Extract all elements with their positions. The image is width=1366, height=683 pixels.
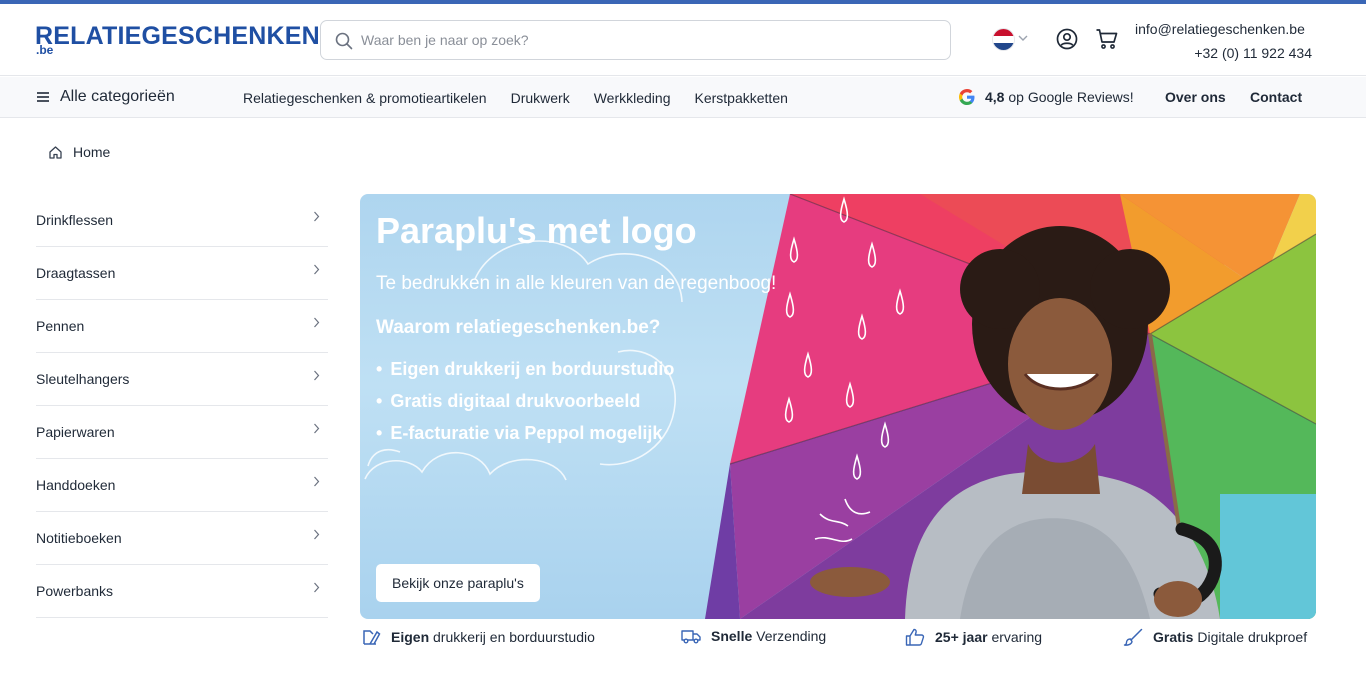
nav-link-kerstpakketten[interactable]: Kerstpakketten	[695, 90, 788, 106]
menu-icon	[37, 92, 49, 102]
sidebar-item-papierwaren[interactable]: Papierwaren	[36, 406, 328, 459]
nav-link-relatiegeschenken[interactable]: Relatiegeschenken & promotieartikelen	[243, 90, 487, 106]
feature-text: drukkerij en borduurstudio	[429, 629, 595, 645]
truck-icon	[681, 630, 701, 644]
rating-value: 4,8	[985, 89, 1005, 105]
feature-text: ervaring	[987, 629, 1043, 645]
chevron-right-icon	[314, 476, 320, 487]
feature-experience: 25+ jaar ervaring	[905, 628, 1042, 646]
search-box[interactable]	[320, 20, 951, 60]
sidebar-item-drinkflessen[interactable]: Drinkflessen	[36, 194, 328, 247]
feature-text: Digitale drukproef	[1193, 629, 1308, 645]
logo-text: RELATIEGESCHENKEN	[35, 22, 320, 50]
sidebar-item-powerbanks[interactable]: Powerbanks	[36, 565, 328, 618]
hero-title: Paraplu's met logo	[376, 210, 697, 251]
sidebar-item-label: Draagtassen	[36, 265, 116, 281]
sidebar-item-label: Handdoeken	[36, 477, 116, 493]
hero-why-heading: Waarom relatiegeschenken.be?	[376, 317, 661, 338]
feature-text: Verzending	[752, 628, 827, 644]
header: RELATIEGESCHENKEN .be info@relatiegesche…	[0, 4, 1366, 76]
google-reviews[interactable]: 4,8 op Google Reviews!	[958, 88, 1134, 106]
contact-phone[interactable]: +32 (0) 11 922 434	[1194, 45, 1312, 61]
chevron-right-icon	[314, 582, 320, 593]
nav-link-werkkleding[interactable]: Werkkleding	[594, 90, 671, 106]
hero-subtitle: Te bedrukken in alle kleuren van de rege…	[376, 273, 777, 294]
feature-bold: Gratis	[1153, 629, 1194, 645]
all-categories-label: Alle categorieën	[60, 88, 175, 105]
view-umbrellas-button[interactable]: Bekijk onze paraplu's	[376, 564, 540, 602]
thumbs-up-icon	[905, 628, 925, 646]
hero-benefits-list: Eigen drukkerij en borduurstudio Gratis …	[376, 353, 674, 449]
print-icon	[363, 630, 381, 645]
google-icon	[959, 89, 975, 105]
feature-shipping: Snelle Verzending	[681, 628, 826, 644]
sidebar-item-label: Pennen	[36, 318, 85, 334]
hero-benefit: E-facturatie via Peppol mogelijk	[376, 417, 674, 449]
chevron-right-icon	[314, 423, 320, 434]
breadcrumb-home[interactable]: Home	[73, 144, 110, 160]
sidebar-item-label: Powerbanks	[36, 583, 114, 599]
logo[interactable]: RELATIEGESCHENKEN .be	[35, 22, 320, 63]
sidebar-item-sleutelhangers[interactable]: Sleutelhangers	[36, 353, 328, 406]
feature-bold: Snelle	[711, 628, 753, 644]
chevron-right-icon	[314, 370, 320, 381]
rating-text: op Google Reviews!	[1008, 89, 1134, 105]
hero-banner[interactable]: Paraplu's met logo Te bedrukken in alle …	[360, 194, 1316, 619]
hero-benefit: Eigen drukkerij en borduurstudio	[376, 353, 674, 385]
all-categories-button[interactable]: Alle categorieën	[36, 88, 175, 106]
home-icon	[49, 145, 62, 159]
main-nav: Alle categorieën Relatiegeschenken & pro…	[0, 77, 1366, 118]
feature-proof: Gratis Digitale drukproef	[1123, 628, 1307, 646]
chevron-right-icon	[314, 264, 320, 275]
sidebar-item-label: Papierwaren	[36, 424, 115, 440]
cart-icon[interactable]	[1095, 28, 1119, 50]
feature-print: Eigen drukkerij en borduurstudio	[362, 628, 595, 646]
feature-bold: Eigen	[391, 629, 430, 645]
sidebar-item-pennen[interactable]: Pennen	[36, 300, 328, 353]
nav-contact[interactable]: Contact	[1250, 89, 1302, 105]
sidebar-item-handdoeken[interactable]: Handdoeken	[36, 459, 328, 512]
breadcrumb: Home	[48, 144, 110, 160]
sidebar-item-draagtassen[interactable]: Draagtassen	[36, 247, 328, 300]
sidebar-item-label: Drinkflessen	[36, 212, 114, 228]
sidebar-item-label: Sleutelhangers	[36, 371, 130, 387]
chevron-down-icon[interactable]	[1018, 34, 1028, 42]
logo-suffix: .be	[36, 43, 54, 57]
chevron-right-icon	[314, 211, 320, 222]
search-input[interactable]	[361, 29, 921, 51]
nav-links: Relatiegeschenken & promotieartikelen Dr…	[243, 90, 788, 106]
sidebar-item-notitieboeken[interactable]: Notitieboeken	[36, 512, 328, 565]
nav-over-ons[interactable]: Over ons	[1165, 89, 1226, 105]
chevron-right-icon	[314, 529, 320, 540]
search-icon	[335, 32, 353, 50]
user-icon[interactable]	[1056, 28, 1078, 50]
contact-email[interactable]: info@relatiegeschenken.be	[1135, 21, 1305, 37]
brush-icon	[1123, 628, 1143, 646]
flag-nl-icon[interactable]	[992, 28, 1015, 51]
nav-link-drukwerk[interactable]: Drukwerk	[511, 90, 570, 106]
category-sidebar: Drinkflessen Draagtassen Pennen Sleutelh…	[36, 194, 328, 618]
chevron-right-icon	[314, 317, 320, 328]
sidebar-item-label: Notitieboeken	[36, 530, 122, 546]
hero-benefit: Gratis digitaal drukvoorbeeld	[376, 385, 674, 417]
feature-bold: 25+ jaar	[935, 629, 988, 645]
